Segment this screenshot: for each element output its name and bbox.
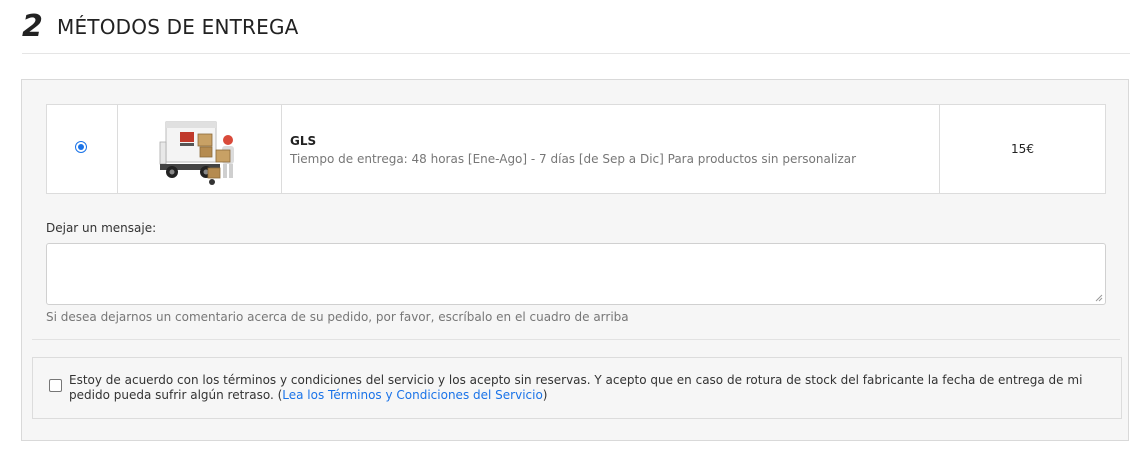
step-number: 2 xyxy=(22,9,43,44)
carrier-info-cell: GLS Tiempo de entrega: 48 horas [Ene-Ago… xyxy=(282,105,940,193)
carrier-logo-cell xyxy=(118,105,282,193)
terms-text-close: ) xyxy=(542,388,548,402)
terms-link[interactable]: Lea los Términos y Condiciones del Servi… xyxy=(282,388,543,402)
message-help-text: Si desea dejarnos un comentario acerca d… xyxy=(46,310,629,324)
carrier-name: GLS xyxy=(290,134,317,148)
terms-checkbox[interactable] xyxy=(49,379,62,392)
carrier-radio-cell[interactable] xyxy=(47,105,118,193)
delivery-panel: GLS Tiempo de entrega: 48 horas [Ene-Ago… xyxy=(21,79,1129,441)
section-header: 2 MÉTODOS DE ENTREGA xyxy=(22,10,1130,54)
carrier-delivery-time: Tiempo de entrega: 48 horas [Ene-Ago] - … xyxy=(290,152,857,166)
carrier-option-row[interactable]: GLS Tiempo de entrega: 48 horas [Ene-Ago… xyxy=(46,104,1106,194)
terms-agreement-box: Estoy de acuerdo con los términos y cond… xyxy=(32,357,1122,419)
carrier-radio[interactable] xyxy=(75,141,87,153)
carrier-price-cell: 15€ xyxy=(940,105,1105,193)
delivery-truck-icon xyxy=(159,121,234,185)
section-title: MÉTODOS DE ENTREGA xyxy=(57,15,299,39)
message-textarea[interactable] xyxy=(46,243,1106,305)
terms-text: Estoy de acuerdo con los términos y cond… xyxy=(69,373,1083,402)
terms-text-block: Estoy de acuerdo con los términos y cond… xyxy=(69,373,1109,403)
resize-grip-icon[interactable] xyxy=(1095,294,1103,302)
message-label: Dejar un mensaje: xyxy=(46,221,157,235)
divider xyxy=(32,339,1120,340)
carrier-price: 15€ xyxy=(1011,142,1034,156)
